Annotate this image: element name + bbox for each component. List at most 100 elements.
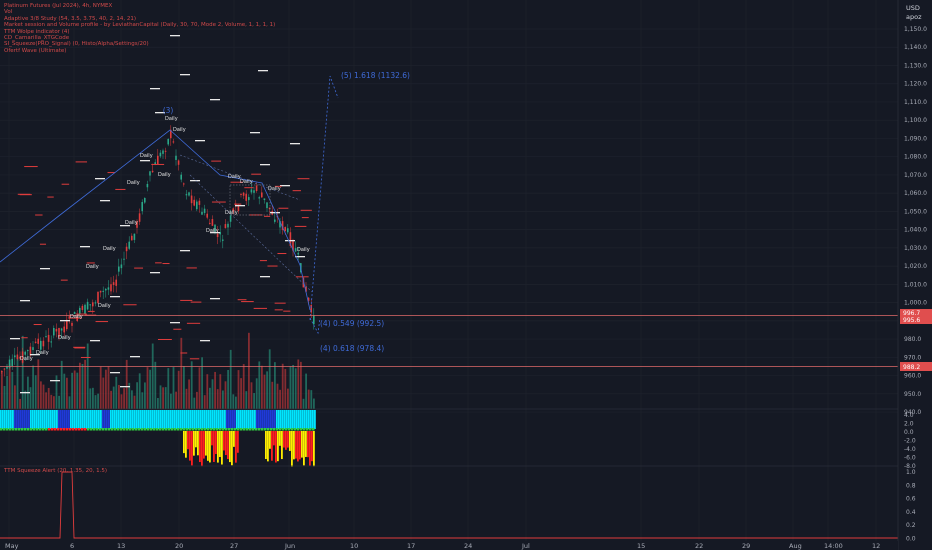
squeeze-dot — [9, 428, 12, 431]
profile-tick-white — [285, 240, 295, 242]
scale-mode-label[interactable]: apoz — [906, 13, 922, 21]
candle-body — [138, 213, 141, 222]
trading-chart[interactable]: (3) (5) 1.618 (1132.6) (4) 0.549 (992.5)… — [0, 0, 932, 550]
volume-bar — [32, 365, 34, 409]
oscillator-bar — [217, 431, 219, 463]
squeeze-momentum-bar — [80, 410, 82, 429]
squeeze-momentum-bar — [256, 410, 258, 429]
squeeze-momentum-bar — [6, 410, 8, 429]
squeeze-dot — [3, 428, 6, 431]
candle-body — [261, 192, 263, 198]
squeeze-momentum-bar — [140, 410, 142, 429]
time-tick-label: 12 — [872, 542, 880, 550]
squeeze-dot — [180, 428, 183, 431]
volume-bar — [123, 388, 125, 409]
profile-tick-white — [140, 160, 150, 162]
volume-bar — [53, 396, 55, 409]
squeeze-momentum-bar — [122, 410, 124, 429]
price-tick-label: 1,110.0 — [904, 99, 927, 106]
squeeze-momentum-bar — [266, 410, 268, 429]
squeeze-momentum-bar — [90, 410, 92, 429]
volume-bar — [271, 381, 274, 409]
last-price-badge[interactable]: 996.7 995.6 — [900, 309, 932, 324]
currency-label[interactable]: USD — [906, 4, 920, 12]
fib-618-label[interactable]: (4) 0.618 (978.4) — [320, 344, 384, 353]
profile-tick-white — [110, 296, 120, 298]
candle-body — [131, 235, 133, 241]
profile-tick-white — [80, 246, 90, 248]
daily-tag: Daily — [70, 314, 83, 320]
profile-tick-red — [253, 307, 268, 309]
legend-wave[interactable]: Ofertf Wave (Ultimate) — [4, 48, 275, 54]
daily-tag: Daily — [165, 116, 178, 122]
squeeze-momentum-bar — [192, 410, 194, 429]
volume-bar — [99, 366, 102, 409]
squeeze-dot — [24, 428, 27, 431]
squeeze-momentum-bar — [236, 410, 238, 429]
squeeze-momentum-bar — [270, 410, 272, 429]
oscillator-bar — [269, 431, 271, 449]
squeeze-dot — [210, 428, 213, 431]
profile-tick-white — [120, 386, 130, 388]
price-tick-label: 1,080.0 — [904, 154, 927, 161]
indicator-legend[interactable]: Platinum Futures (Jul 2024), 4h, NYMEX V… — [4, 3, 275, 54]
squeeze-momentum-bar — [184, 410, 186, 429]
squeeze-dot — [126, 428, 129, 431]
squeeze-dot — [12, 428, 15, 431]
fib-target-label[interactable]: (5) 1.618 (1132.6) — [341, 71, 410, 80]
candle-body — [110, 284, 112, 292]
candle-body — [118, 266, 120, 272]
volume-bar — [11, 372, 14, 409]
squeeze-momentum-bar — [0, 410, 2, 429]
volume-bar — [159, 385, 162, 409]
volume-bar — [289, 366, 292, 409]
volume-bar — [261, 365, 263, 409]
volume-bar — [274, 362, 276, 409]
candle-body — [94, 302, 97, 304]
ttm-tick-label: 0.0 — [906, 536, 916, 543]
squeeze-dot — [48, 428, 51, 431]
squeeze-momentum-bar — [162, 410, 164, 429]
squeeze-momentum-bar — [276, 410, 278, 429]
time-axis-panel[interactable] — [0, 541, 898, 550]
candle-body — [201, 211, 203, 215]
squeeze-dot — [141, 428, 144, 431]
squeeze-dot — [120, 428, 123, 431]
volume-bar — [133, 395, 136, 409]
profile-tick-red — [297, 178, 310, 180]
squeeze-dot — [30, 428, 33, 431]
candle-body — [266, 202, 268, 209]
squeeze-dot — [6, 428, 9, 431]
squeeze-dot — [276, 428, 279, 431]
volume-bar — [183, 366, 185, 409]
volume-bar — [3, 385, 6, 409]
squeeze-momentum-bar — [10, 410, 12, 429]
profile-tick-white — [150, 272, 160, 274]
profile-tick-red — [294, 225, 307, 227]
squeeze-momentum-bar — [212, 410, 214, 429]
profile-tick-white — [290, 143, 300, 145]
squeeze-momentum-bar — [130, 410, 132, 429]
volume-bar — [141, 392, 144, 409]
squeeze-dot — [240, 428, 243, 431]
volume-bar — [167, 368, 170, 409]
squeeze-momentum-bar — [124, 410, 126, 429]
squeeze-momentum-bar — [174, 410, 176, 429]
legend-volume-profile[interactable]: Market session and Volume profile - by L… — [4, 22, 275, 28]
volume-bar — [40, 381, 42, 409]
candle-body — [63, 326, 65, 333]
ttm-alert-legend[interactable]: TTM Squeeze Alert (20, 1.35, 20, 1.5) — [4, 468, 107, 474]
fib-549-label[interactable]: (4) 0.549 (992.5) — [320, 319, 384, 328]
oscillator-bar — [195, 431, 197, 448]
daily-tag: Daily — [268, 186, 281, 192]
squeeze-dot — [90, 428, 93, 431]
level-price-badge[interactable]: 988.2 — [900, 362, 932, 371]
squeeze-momentum-bar — [250, 410, 252, 429]
price-tick-label: 1,130.0 — [904, 62, 927, 69]
profile-tick-white — [260, 164, 270, 166]
candle-body — [11, 358, 13, 367]
squeeze-dot — [132, 428, 135, 431]
candle-body — [151, 170, 154, 173]
squeeze-dot — [285, 428, 288, 431]
volume-bar — [193, 397, 196, 409]
